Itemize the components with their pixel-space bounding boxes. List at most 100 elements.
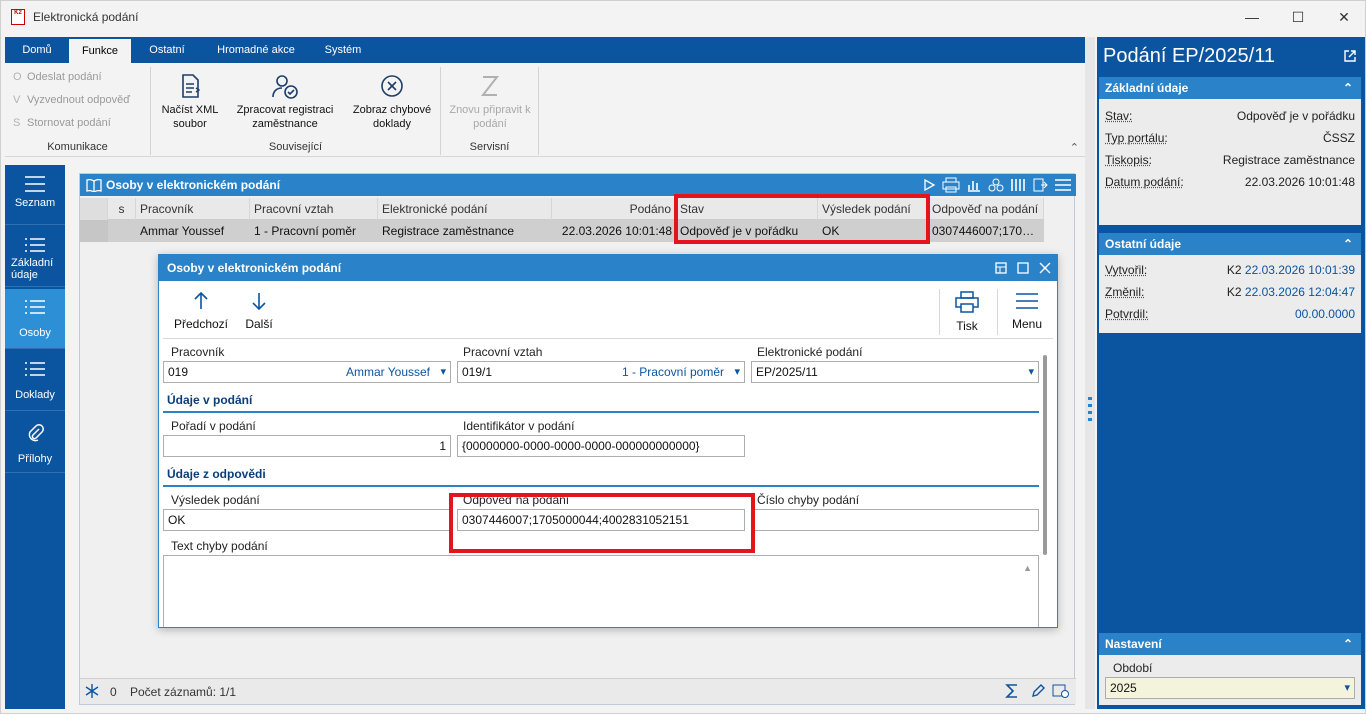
cancel-submission-button[interactable]: S Stornovat podání — [13, 117, 111, 129]
hamburger-icon — [1016, 293, 1038, 309]
maximize-icon[interactable] — [1017, 262, 1029, 274]
print-button[interactable]: Tisk — [947, 291, 987, 333]
period-select[interactable]: 2025 ▾ — [1105, 677, 1355, 699]
column-header[interactable]: s — [108, 198, 136, 220]
send-icon: O — [13, 71, 22, 83]
previous-button[interactable]: Předchozí — [171, 291, 231, 331]
chevron-down-icon[interactable]: ▾ — [440, 362, 446, 382]
nav-item-doklady[interactable]: Doklady — [5, 351, 65, 411]
row-selector[interactable] — [80, 220, 108, 242]
chevron-up-icon: ⌃ — [1342, 237, 1353, 251]
column-header[interactable]: Pracovní vztah — [250, 198, 378, 220]
snowflake-icon[interactable] — [84, 683, 100, 702]
process-registration-button[interactable]: Zpracovat registraci zaměstnance — [229, 73, 341, 131]
column-header[interactable]: Odpověď na podání — [928, 198, 1044, 220]
menu-button[interactable]: Menu — [1005, 291, 1049, 331]
identifier-field[interactable]: {00000000-0000-0000-0000-000000000000} — [457, 435, 745, 457]
employment-field[interactable]: 019/1 1 - Pracovní poměr ▾ — [457, 361, 745, 383]
nav-item-osoby[interactable]: Osoby — [5, 289, 65, 349]
employee-field[interactable]: 019 Ammar Youssef ▾ — [163, 361, 451, 383]
tab-funkce[interactable]: Funkce — [69, 39, 131, 63]
submission-field[interactable]: EP/2025/11 ▾ — [751, 361, 1039, 383]
sigma-icon[interactable] — [1004, 683, 1020, 702]
scroll-up-icon[interactable]: ▲ — [1023, 558, 1032, 578]
section-header[interactable]: Ostatní údaje ⌃ — [1099, 233, 1361, 255]
external-link-icon[interactable] — [1343, 49, 1357, 63]
ribbon-body: O Odeslat podání V Vyzvednout odpověď S Sto… — [5, 63, 1085, 157]
play-icon[interactable] — [922, 178, 936, 192]
show-error-docs-button[interactable]: Zobraz chybové doklady — [345, 73, 439, 131]
filter-icon[interactable] — [988, 177, 1004, 193]
error-text-area[interactable]: ▲ — [163, 555, 1039, 627]
column-header[interactable]: Pracovník — [136, 198, 250, 220]
list-header: Osoby v elektronickém podání — [80, 174, 1076, 196]
send-submission-button[interactable]: O Odeslat podání — [13, 71, 102, 83]
nav-item-prilohy[interactable]: Přílohy — [5, 413, 65, 473]
chevron-down-icon[interactable]: ▾ — [1028, 362, 1034, 382]
dialog-toolbar: Předchozí Další Tisk Menu — [163, 285, 1053, 339]
next-button[interactable]: Další — [239, 291, 279, 331]
dialog-title: Osoby v elektronickém podání — [167, 261, 342, 275]
ribbon-group-servisni: Znovu připravit k podání Servisní — [441, 67, 539, 155]
toolbar-separator — [939, 289, 940, 335]
minimize-button[interactable]: — — [1229, 1, 1275, 33]
export-icon[interactable] — [1032, 177, 1048, 193]
tab-domu[interactable]: Domů — [7, 37, 67, 63]
minimize-icon: — — [1245, 9, 1259, 25]
list-icon — [25, 238, 45, 252]
right-info-panel: Podání EP/2025/11 Základní údaje ⌃ Stav: O… — [1097, 37, 1365, 709]
info-row: Změnil: K2 22.03.2026 12:04:47 — [1105, 285, 1355, 299]
field-label: Elektronické podání — [757, 345, 863, 359]
field-label: Text chyby podání — [171, 539, 268, 553]
toolbar-separator — [997, 289, 998, 335]
maximize-button[interactable]: ☐ — [1275, 1, 1321, 33]
tab-hromadne-akce[interactable]: Hromadné akce — [201, 37, 311, 63]
settings-grid-icon[interactable] — [1052, 683, 1070, 702]
error-number-field[interactable] — [751, 509, 1039, 531]
table-cell — [108, 220, 136, 242]
section-header[interactable]: Nastavení ⌃ — [1099, 633, 1361, 655]
tab-ostatni[interactable]: Ostatní — [135, 37, 199, 63]
result-field[interactable]: OK — [163, 509, 451, 531]
column-header[interactable]: Elektronické podání — [378, 198, 552, 220]
hamburger-icon — [25, 176, 45, 192]
maximize-icon: ☐ — [1291, 8, 1305, 25]
table-cell: 1 - Pracovní poměr — [254, 224, 357, 238]
panel-splitter[interactable] — [1085, 37, 1095, 709]
close-button[interactable]: ✕ — [1321, 1, 1365, 33]
dialog-scrollbar[interactable] — [1043, 355, 1047, 555]
table-cell: 0307446007;170… — [932, 224, 1035, 238]
detail-dialog: Osoby v elektronickém podání Předchozí D… — [158, 254, 1058, 628]
dock-icon[interactable] — [995, 262, 1007, 274]
pencil-icon[interactable] — [1030, 683, 1046, 702]
close-icon[interactable] — [1039, 262, 1051, 274]
dialog-form: Pracovník 019 Ammar Youssef ▾ Pracovní v… — [163, 341, 1043, 627]
list-title: Osoby v elektronickém podání — [106, 178, 281, 192]
section-divider — [163, 485, 1039, 487]
table-cell: Ammar Youssef — [140, 224, 225, 238]
ribbon-tabs: Domů Funkce Ostatní Hromadné akce Systém — [5, 37, 1085, 63]
nav-item-seznam[interactable]: Seznam — [5, 165, 65, 225]
chevron-up-icon: ⌃ — [1342, 637, 1353, 651]
storno-icon: S — [13, 117, 21, 129]
section-title: Údaje v podání — [167, 393, 253, 407]
tab-system[interactable]: Systém — [313, 37, 373, 63]
highlight-box — [449, 493, 755, 553]
ribbon-group-komunikace: O Odeslat podání V Vyzvednout odpověď S Sto… — [5, 67, 151, 155]
chevron-down-icon[interactable]: ▾ — [1344, 678, 1350, 698]
reprepare-submission-button[interactable]: Znovu připravit k podání — [445, 73, 535, 131]
hamburger-icon[interactable] — [1054, 178, 1072, 192]
column-header[interactable]: Podáno — [552, 198, 676, 220]
nav-item-zakladni-udaje[interactable]: Základní údaje — [5, 227, 65, 287]
section-header[interactable]: Základní údaje ⌃ — [1099, 77, 1361, 99]
printer-icon[interactable] — [942, 177, 960, 193]
columns-icon[interactable] — [1010, 177, 1026, 193]
chart-icon[interactable] — [966, 177, 982, 193]
chevron-down-icon[interactable]: ▾ — [734, 362, 740, 382]
collapse-ribbon-button[interactable]: ⌃ — [1070, 141, 1079, 154]
row-selector-header — [80, 198, 108, 220]
collect-response-button[interactable]: V Vyzvednout odpověď — [13, 94, 130, 106]
load-xml-button[interactable]: Načíst XML soubor — [155, 73, 225, 131]
collect-icon: V — [13, 94, 21, 106]
order-field[interactable]: 1 — [163, 435, 451, 457]
